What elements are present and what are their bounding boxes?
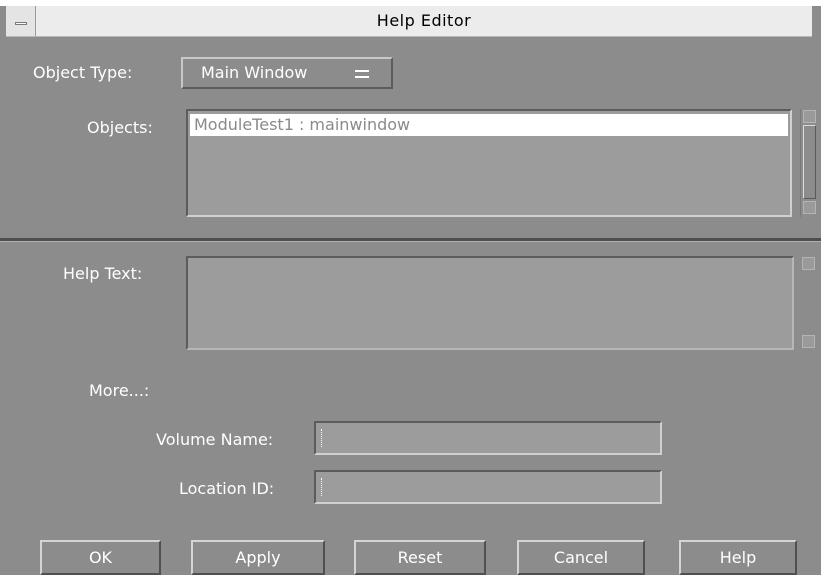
- help-button[interactable]: Help: [679, 540, 797, 575]
- window-menu-icon: [15, 22, 27, 25]
- objects-list[interactable]: ModuleTest1 : mainwindow: [186, 109, 792, 217]
- help-text-scrollbar[interactable]: [800, 256, 818, 350]
- text-cursor: [321, 429, 324, 447]
- option-menu-indicator-icon: [355, 70, 369, 78]
- volume-name-field[interactable]: [314, 421, 662, 455]
- ok-button[interactable]: OK: [40, 540, 161, 575]
- object-type-label: Object Type:: [33, 63, 133, 82]
- section-separator: [0, 238, 821, 242]
- help-editor-dialog: Help Editor Object Type: Main Window Obj…: [0, 0, 821, 575]
- object-type-option-menu[interactable]: Main Window: [181, 57, 393, 89]
- scroll-up-arrow-icon[interactable]: [802, 257, 815, 270]
- text-cursor: [321, 478, 324, 496]
- help-text-label: Help Text:: [63, 264, 143, 283]
- help-text-area[interactable]: [186, 256, 794, 350]
- window-title: Help Editor: [376, 11, 472, 30]
- more-label: More...:: [89, 381, 150, 400]
- objects-label: Objects:: [87, 118, 153, 137]
- reset-button[interactable]: Reset: [354, 540, 486, 575]
- object-type-value: Main Window: [201, 63, 308, 82]
- cancel-button[interactable]: Cancel: [517, 540, 645, 575]
- location-id-label: Location ID:: [179, 479, 275, 498]
- apply-button[interactable]: Apply: [191, 540, 325, 575]
- window-menu-button[interactable]: [6, 6, 36, 36]
- scroll-down-arrow-icon[interactable]: [803, 201, 816, 214]
- location-id-field[interactable]: [314, 470, 662, 504]
- objects-scrollbar[interactable]: [800, 109, 818, 217]
- scroll-up-arrow-icon[interactable]: [803, 110, 816, 123]
- volume-name-label: Volume Name:: [156, 430, 274, 449]
- list-item[interactable]: ModuleTest1 : mainwindow: [190, 114, 788, 136]
- scrollbar-thumb[interactable]: [803, 125, 816, 199]
- scroll-down-arrow-icon[interactable]: [802, 335, 815, 348]
- title-bar[interactable]: Help Editor: [6, 6, 812, 37]
